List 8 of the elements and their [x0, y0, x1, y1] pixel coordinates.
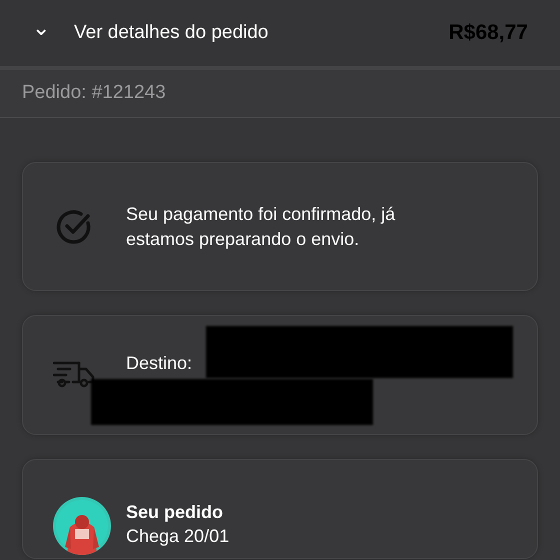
item-title: Seu pedido — [126, 500, 224, 524]
order-number: Pedido: #121243 — [22, 81, 166, 106]
status-message: Seu pagamento foi confirmado, já estamos preparando o envio. — [126, 203, 396, 251]
expand-toggle[interactable]: ⌄ — [30, 17, 52, 39]
delivery-date: Chega 20/01 — [126, 525, 230, 548]
truck-icon — [53, 360, 95, 390]
destination-label: Destino: — [126, 352, 192, 375]
header-title: Ver detalhes do pedido — [74, 20, 270, 45]
